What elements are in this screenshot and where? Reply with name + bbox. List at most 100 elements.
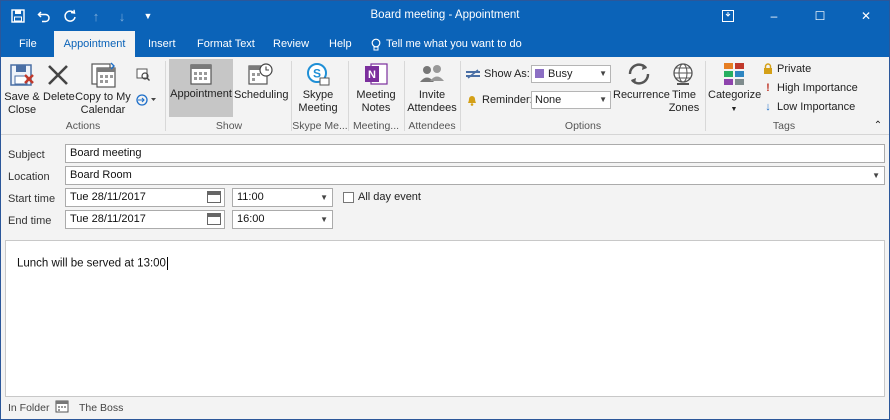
scheduling-label: Scheduling bbox=[234, 89, 289, 101]
forward-menu-icon[interactable] bbox=[134, 93, 158, 111]
svg-text:N: N bbox=[368, 69, 376, 81]
start-time-label: Start time bbox=[8, 193, 56, 205]
subject-value: Board meeting bbox=[70, 147, 142, 159]
checkbox-icon bbox=[343, 191, 354, 203]
collapse-ribbon-icon[interactable]: ⌃ bbox=[871, 119, 885, 131]
end-time-dropdown[interactable]: 16:00 ▼ bbox=[232, 210, 333, 229]
chevron-down-icon: ▼ bbox=[599, 69, 607, 78]
high-importance-button[interactable]: ! High Importance bbox=[763, 82, 858, 94]
start-date-picker[interactable]: Tue 28/11/2017 bbox=[65, 188, 225, 207]
message-body-text: Lunch will be served at 13:00 bbox=[17, 257, 168, 270]
invite-label-1: Invite bbox=[418, 89, 446, 101]
group-separator bbox=[165, 61, 166, 131]
meeting-notes-label-2: Notes bbox=[361, 102, 391, 114]
reminder-value: None bbox=[535, 94, 562, 106]
end-date-picker[interactable]: Tue 28/11/2017 bbox=[65, 210, 225, 229]
chevron-down-icon: ▼ bbox=[320, 215, 328, 224]
calendar-icon[interactable] bbox=[207, 213, 221, 225]
lightbulb-icon bbox=[371, 38, 381, 50]
private-button[interactable]: Private bbox=[763, 63, 811, 75]
low-importance-button[interactable]: ↓ Low Importance bbox=[763, 101, 855, 113]
recurrence-button[interactable]: Recurrence bbox=[613, 61, 670, 102]
location-input[interactable]: Board Room ▼ bbox=[65, 166, 885, 185]
tab-insert[interactable]: Insert bbox=[140, 31, 184, 57]
time-zones-button[interactable]: Time Zones bbox=[665, 61, 703, 115]
subject-input[interactable]: Board meeting bbox=[65, 144, 885, 163]
categorize-icon bbox=[724, 63, 744, 85]
end-time-label: End time bbox=[8, 215, 52, 227]
tab-appointment[interactable]: Appointment bbox=[54, 31, 135, 57]
start-time-dropdown[interactable]: 11:00 ▼ bbox=[232, 188, 333, 207]
recurrence-icon bbox=[628, 63, 650, 85]
show-as-icon bbox=[466, 69, 480, 79]
invite-attendees-button[interactable]: Invite Attendees bbox=[407, 61, 457, 115]
chevron-down-icon: ▼ bbox=[730, 106, 738, 113]
group-label-attendees: Attendees bbox=[408, 120, 456, 132]
onenote-icon: N bbox=[365, 63, 388, 85]
save-close-label-1: Save & bbox=[4, 91, 40, 103]
private-label: Private bbox=[777, 63, 812, 75]
tab-review[interactable]: Review bbox=[265, 31, 317, 57]
reminder-label-group: Reminder: bbox=[466, 94, 533, 106]
globe-icon bbox=[673, 63, 693, 85]
categorize-button[interactable]: Categorize ▼ bbox=[708, 61, 762, 116]
ribbon: Save & Close Delete Copy to My Calendar … bbox=[1, 57, 889, 135]
delete-button[interactable]: Delete bbox=[43, 61, 75, 104]
appointment-view-label: Appointment bbox=[170, 88, 232, 100]
meeting-notes-button[interactable]: N Meeting Notes bbox=[352, 61, 400, 115]
show-as-dropdown[interactable]: Busy ▼ bbox=[531, 65, 611, 83]
tell-me-label: Tell me what you want to do bbox=[386, 38, 522, 50]
skype-label-2: Meeting bbox=[298, 102, 338, 114]
tell-me-search[interactable]: Tell me what you want to do bbox=[371, 31, 522, 57]
ribbon-display-icon[interactable] bbox=[705, 1, 751, 31]
chevron-down-icon: ▼ bbox=[872, 171, 880, 180]
save-close-label-2: Close bbox=[7, 104, 37, 116]
group-label-show: Show bbox=[215, 120, 243, 132]
busy-swatch bbox=[535, 69, 544, 78]
folder-name: The Boss bbox=[79, 402, 124, 414]
recurrence-label: Recurrence bbox=[613, 89, 670, 101]
low-importance-label: Low Importance bbox=[777, 101, 856, 113]
group-separator bbox=[705, 61, 706, 131]
all-day-checkbox[interactable]: All day event bbox=[343, 191, 421, 203]
maximize-button[interactable]: ☐ bbox=[797, 1, 843, 31]
end-date-value: Tue 28/11/2017 bbox=[70, 213, 146, 225]
calendar-icon[interactable] bbox=[207, 191, 221, 203]
time-zones-label-1: Time bbox=[671, 89, 697, 101]
location-value: Board Room bbox=[70, 169, 132, 181]
text-caret bbox=[166, 257, 168, 270]
skype-meeting-button[interactable]: S Skype Meeting bbox=[295, 61, 341, 115]
save-close-button[interactable]: Save & Close bbox=[4, 61, 40, 117]
appointment-calendar-icon bbox=[190, 64, 212, 85]
reminder-dropdown[interactable]: None ▼ bbox=[531, 91, 611, 109]
title-bar: ↑ ↓ ▼ Board meeting - Appointment – ☐ ✕ bbox=[1, 1, 889, 31]
show-as-label-group: Show As: bbox=[466, 68, 530, 80]
all-day-label: All day event bbox=[358, 191, 421, 203]
close-button[interactable]: ✕ bbox=[843, 1, 889, 31]
tab-help[interactable]: Help bbox=[321, 31, 360, 57]
group-label-actions: Actions bbox=[65, 120, 101, 132]
copy-to-calendar-button[interactable]: Copy to My Calendar bbox=[75, 61, 131, 117]
tab-file[interactable]: File bbox=[11, 31, 45, 57]
categorize-label: Categorize bbox=[708, 89, 762, 101]
high-importance-label: High Importance bbox=[777, 82, 858, 94]
body-text: Lunch will be served at 13:00 bbox=[17, 257, 166, 270]
tab-format-text[interactable]: Format Text bbox=[189, 31, 263, 57]
reminder-label: Reminder: bbox=[482, 94, 533, 106]
status-bar: In Folder The Boss bbox=[1, 397, 889, 419]
location-label: Location bbox=[8, 171, 50, 183]
save-close-icon bbox=[10, 64, 34, 86]
scheduling-button[interactable]: Scheduling bbox=[234, 61, 289, 102]
group-label-tags: Tags bbox=[772, 120, 796, 132]
appointment-view-button[interactable]: Appointment bbox=[169, 59, 233, 117]
skype-label-1: Skype bbox=[302, 89, 334, 101]
copy-calendar-icon bbox=[91, 62, 116, 88]
forward-view-icon[interactable] bbox=[134, 67, 152, 85]
show-as-value: Busy bbox=[548, 68, 573, 80]
group-label-skype: Skype Me... bbox=[292, 120, 348, 132]
minimize-button[interactable]: – bbox=[751, 1, 797, 31]
show-as-label: Show As: bbox=[484, 68, 530, 80]
message-body-editor[interactable]: Lunch will be served at 13:00 bbox=[5, 240, 885, 397]
meeting-notes-label-1: Meeting bbox=[356, 89, 396, 101]
scheduling-icon bbox=[248, 63, 273, 85]
